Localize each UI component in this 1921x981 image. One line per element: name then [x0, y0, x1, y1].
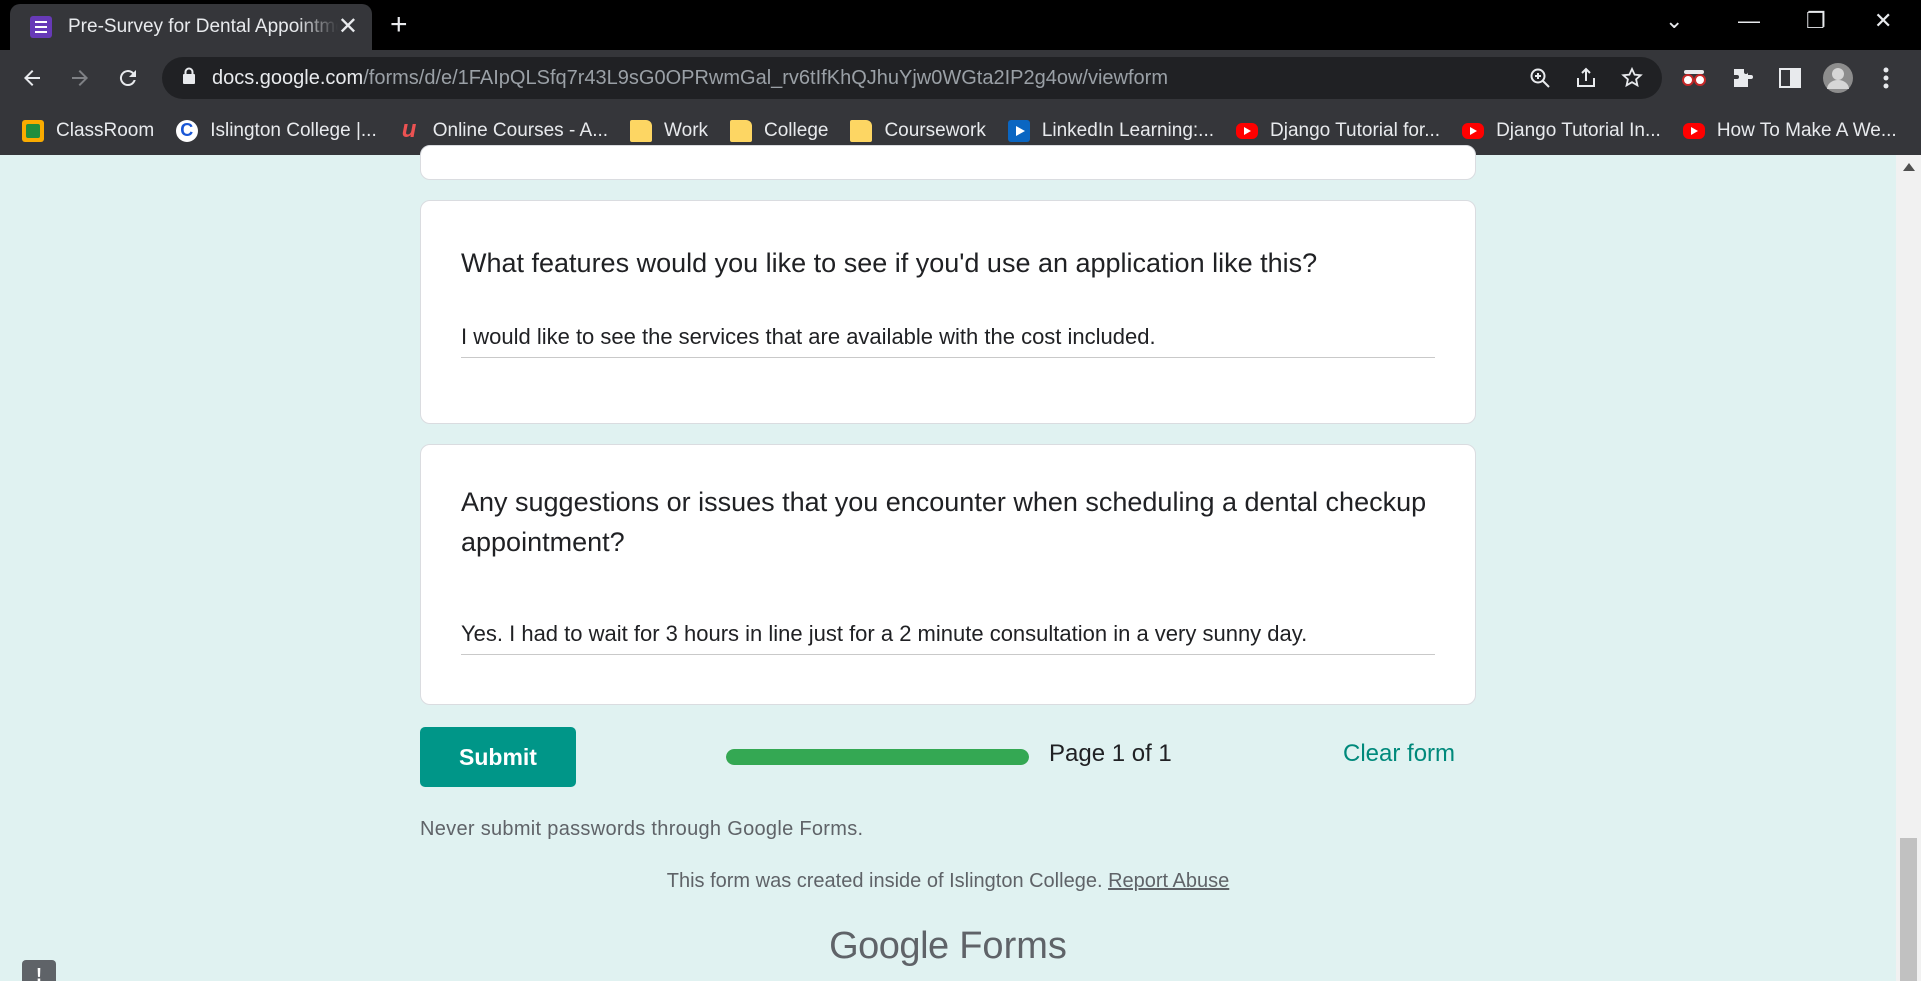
linkedin-icon — [1007, 119, 1030, 142]
form-page: What features would you like to see if y… — [0, 145, 1896, 981]
folder-icon — [850, 119, 873, 142]
folder-icon — [730, 119, 753, 142]
browser-chrome: Pre-Survey for Dental Appointment ✕ + ⌄ … — [0, 0, 1921, 155]
back-icon[interactable] — [16, 62, 48, 94]
question-title: What features would you like to see if y… — [461, 248, 1318, 278]
lock-icon — [182, 67, 196, 90]
extension-spy-icon[interactable] — [1678, 62, 1710, 94]
classroom-icon — [22, 119, 44, 142]
tab-strip: Pre-Survey for Dental Appointment ✕ + ⌄ … — [0, 0, 1921, 50]
bookmark-college[interactable]: College — [730, 119, 828, 142]
udemy-icon — [399, 116, 421, 144]
browser-toolbar: docs.google.com/forms/d/e/1FAIpQLSfq7r43… — [0, 50, 1921, 106]
brand-google: Google — [829, 925, 949, 967]
bookmark-online-courses[interactable]: Online Courses - A... — [399, 116, 608, 144]
address-bar-actions — [1528, 66, 1644, 95]
clear-form-button[interactable]: Clear form — [1343, 740, 1455, 768]
report-abuse-link[interactable]: Report Abuse — [1108, 870, 1229, 892]
new-tab-icon[interactable]: + — [390, 10, 408, 40]
tab-title: Pre-Survey for Dental Appointment — [68, 16, 338, 37]
minimize-icon[interactable]: — — [1738, 8, 1760, 34]
islington-icon — [176, 119, 199, 142]
youtube-icon — [1236, 122, 1259, 139]
folder-icon — [630, 119, 653, 142]
question-card: What features would you like to see if y… — [420, 200, 1476, 424]
bookmark-django-1[interactable]: Django Tutorial for... — [1236, 120, 1440, 142]
progress-bar-fill — [726, 749, 1029, 765]
page-indicator: Page 1 of 1 — [1049, 740, 1172, 767]
reload-icon[interactable] — [112, 62, 144, 94]
bookmark-linkedin[interactable]: LinkedIn Learning:... — [1007, 119, 1214, 142]
bookmark-classroom[interactable]: ClassRoom — [22, 119, 154, 142]
answer-input[interactable]: Yes. I had to wait for 3 hours in line j… — [461, 617, 1435, 655]
bookmark-coursework[interactable]: Coursework — [850, 119, 986, 142]
url-text: docs.google.com/forms/d/e/1FAIpQLSfq7r43… — [212, 66, 1168, 89]
address-bar[interactable]: docs.google.com/forms/d/e/1FAIpQLSfq7r43… — [162, 57, 1662, 99]
scroll-thumb[interactable] — [1900, 838, 1917, 981]
share-icon[interactable] — [1574, 66, 1598, 95]
profile-avatar[interactable] — [1822, 62, 1854, 94]
bookmark-django-2[interactable]: Django Tutorial In... — [1462, 120, 1661, 142]
tab-search-chevron-icon[interactable]: ⌄ — [1665, 8, 1683, 34]
form-footer: This form was created inside of Islingto… — [0, 870, 1896, 893]
side-panel-icon[interactable] — [1774, 62, 1806, 94]
previous-question-card — [420, 145, 1476, 180]
page-scrollbar[interactable] — [1896, 155, 1921, 981]
bookmark-star-icon[interactable] — [1620, 66, 1644, 95]
browser-menu-icon[interactable] — [1870, 62, 1902, 94]
scroll-up-arrow-icon[interactable] — [1903, 163, 1915, 171]
forward-icon[interactable] — [64, 62, 96, 94]
bookmark-how-to[interactable]: How To Make A We... — [1682, 120, 1897, 142]
question-card: Any suggestions or issues that you encou… — [420, 444, 1476, 705]
restore-icon[interactable]: ❐ — [1806, 8, 1826, 34]
answer-input[interactable]: I would like to see the services that ar… — [461, 320, 1435, 358]
youtube-icon — [1462, 122, 1485, 139]
window-close-icon[interactable]: ✕ — [1874, 8, 1892, 34]
active-tab[interactable]: Pre-Survey for Dental Appointment ✕ — [10, 4, 372, 50]
google-forms-favicon-icon — [30, 16, 52, 38]
youtube-icon — [1682, 122, 1705, 139]
footer-text: This form was created inside of Islingto… — [666, 870, 1103, 892]
brand-forms: Forms — [959, 925, 1067, 967]
extensions-puzzle-icon[interactable] — [1727, 62, 1759, 94]
progress-bar — [726, 749, 1029, 765]
question-title: Any suggestions or issues that you encou… — [461, 487, 1427, 557]
bookmark-islington[interactable]: Islington College |... — [176, 119, 377, 142]
bookmark-work[interactable]: Work — [630, 119, 708, 142]
password-warning: Never submit passwords through Google Fo… — [420, 818, 864, 840]
submit-button[interactable]: Submit — [420, 727, 576, 787]
google-forms-logo[interactable]: Google Forms — [0, 925, 1896, 968]
report-issue-icon[interactable]: ! — [22, 960, 56, 981]
tab-close-icon[interactable]: ✕ — [338, 15, 358, 39]
zoom-icon[interactable] — [1528, 66, 1552, 95]
